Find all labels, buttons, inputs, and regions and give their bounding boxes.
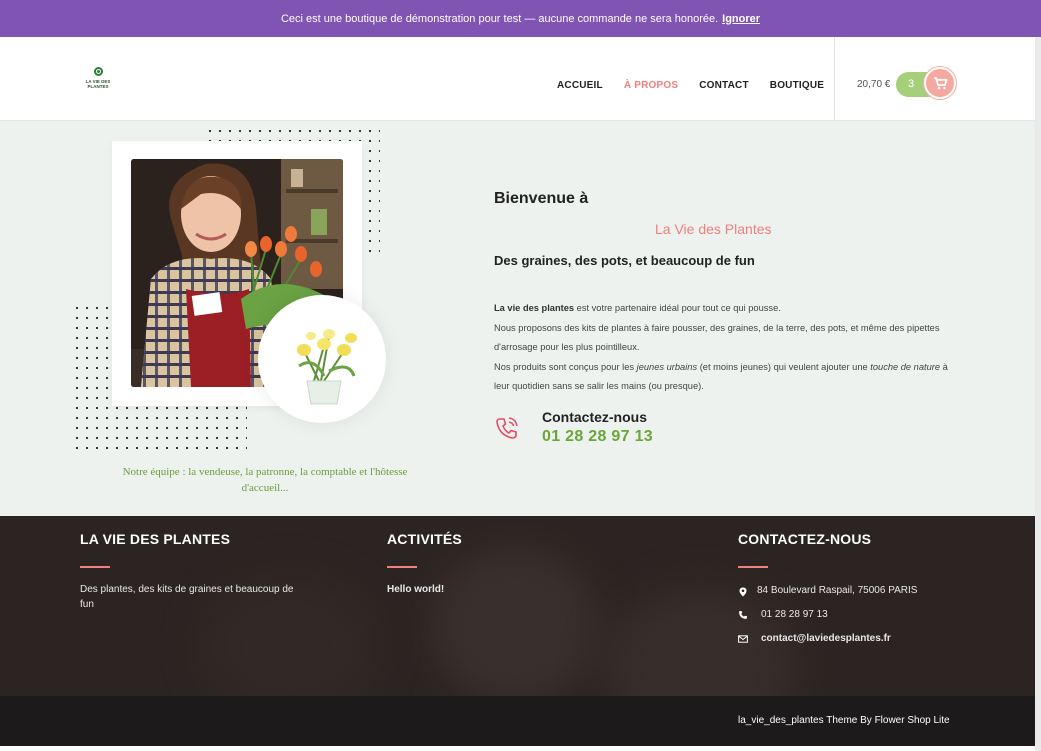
team-caption: Notre équipe : la vendeuse, la patronne,… [122, 466, 408, 494]
about-hero: Notre équipe : la vendeuse, la patronne,… [0, 121, 1041, 516]
cart-total[interactable]: 20,70 € [857, 79, 890, 90]
logo-text: LA VIE DES PLANTES [85, 79, 111, 89]
footer-bg-shape [430, 546, 600, 696]
site-logo[interactable]: LA VIE DES PLANTES [85, 67, 111, 93]
flower-vase-photo [269, 306, 375, 412]
cart-button[interactable] [924, 67, 956, 99]
header-divider [834, 37, 835, 121]
demo-store-notice: Ceci est une boutique de démonstration p… [0, 0, 1041, 37]
footer-col1-title: LA VIE DES PLANTES [80, 531, 231, 547]
main-nav: ACCUEIL À PROPOS CONTACT BOUTIQUE [557, 80, 824, 91]
window-right-border [1035, 37, 1041, 751]
footer-col1-text: Des plantes, des kits de graines et beau… [80, 584, 294, 610]
footer-activity-link[interactable]: Hello world! [387, 582, 444, 597]
nav-item-a-propos[interactable]: À PROPOS [624, 80, 678, 91]
footer-phone[interactable]: 01 28 28 97 13 [761, 607, 828, 622]
footer-col3-underline [738, 566, 768, 568]
nav-item-contact[interactable]: CONTACT [699, 80, 749, 91]
desc-em-2: touche de nature [870, 361, 941, 372]
footer-bottom-bar: la_vie_des_plantes Theme By Flower Shop … [0, 696, 1041, 746]
contact-title: Contactez-nous [542, 409, 647, 425]
desc-em-1: jeunes urbains [636, 361, 698, 372]
footer-col3-title: CONTACTEZ-NOUS [738, 531, 872, 547]
map-marker-icon [739, 587, 747, 597]
desc-line-3b: (et moins jeunes) qui veulent ajouter un… [697, 361, 871, 372]
dismiss-notice-link[interactable]: Ignorer [722, 13, 760, 25]
flower-vase-photo-frame [258, 295, 386, 423]
desc-line-3a: Nos produits sont conçus pour les [494, 361, 637, 372]
footer-col2-underline [387, 566, 417, 568]
footer-email[interactable]: contact@laviedesplantes.fr [761, 631, 891, 646]
email-icon [738, 635, 748, 643]
footer-col2-title: ACTIVITÉS [387, 531, 462, 547]
site-header: LA VIE DES PLANTES ACCUEIL À PROPOS CONT… [0, 37, 1041, 121]
cart-icon [934, 77, 948, 90]
phone-ring-icon [496, 417, 518, 439]
nav-item-boutique[interactable]: BOUTIQUE [770, 80, 824, 91]
welcome-heading: Bienvenue à [494, 190, 589, 207]
desc-brand: La vie des plantes [494, 303, 575, 313]
contact-phone[interactable]: 01 28 28 97 13 [542, 428, 653, 446]
phone-icon [739, 611, 747, 619]
logo-mark-icon [94, 67, 103, 76]
footer-col1-underline [80, 566, 110, 568]
nav-item-accueil[interactable]: ACCUEIL [557, 80, 603, 91]
about-description: La vie des plantes est votre partenaire … [494, 299, 954, 397]
brand-name: La Vie des Plantes [655, 221, 772, 237]
footer-address: 84 Boulevard Raspail, 75006 PARIS [757, 585, 918, 596]
notice-text: Ceci est une boutique de démonstration p… [280, 12, 719, 25]
theme-credit[interactable]: la_vie_des_plantes Theme By Flower Shop … [738, 715, 950, 726]
desc-line-1: est votre partenaire idéal pour tout ce … [574, 303, 781, 313]
site-footer: LA VIE DES PLANTES Des plantes, des kits… [0, 516, 1041, 696]
tagline: Des graines, des pots, et beaucoup de fu… [494, 253, 755, 268]
desc-line-2: Nous proposons des kits de plantes à fai… [494, 322, 940, 353]
